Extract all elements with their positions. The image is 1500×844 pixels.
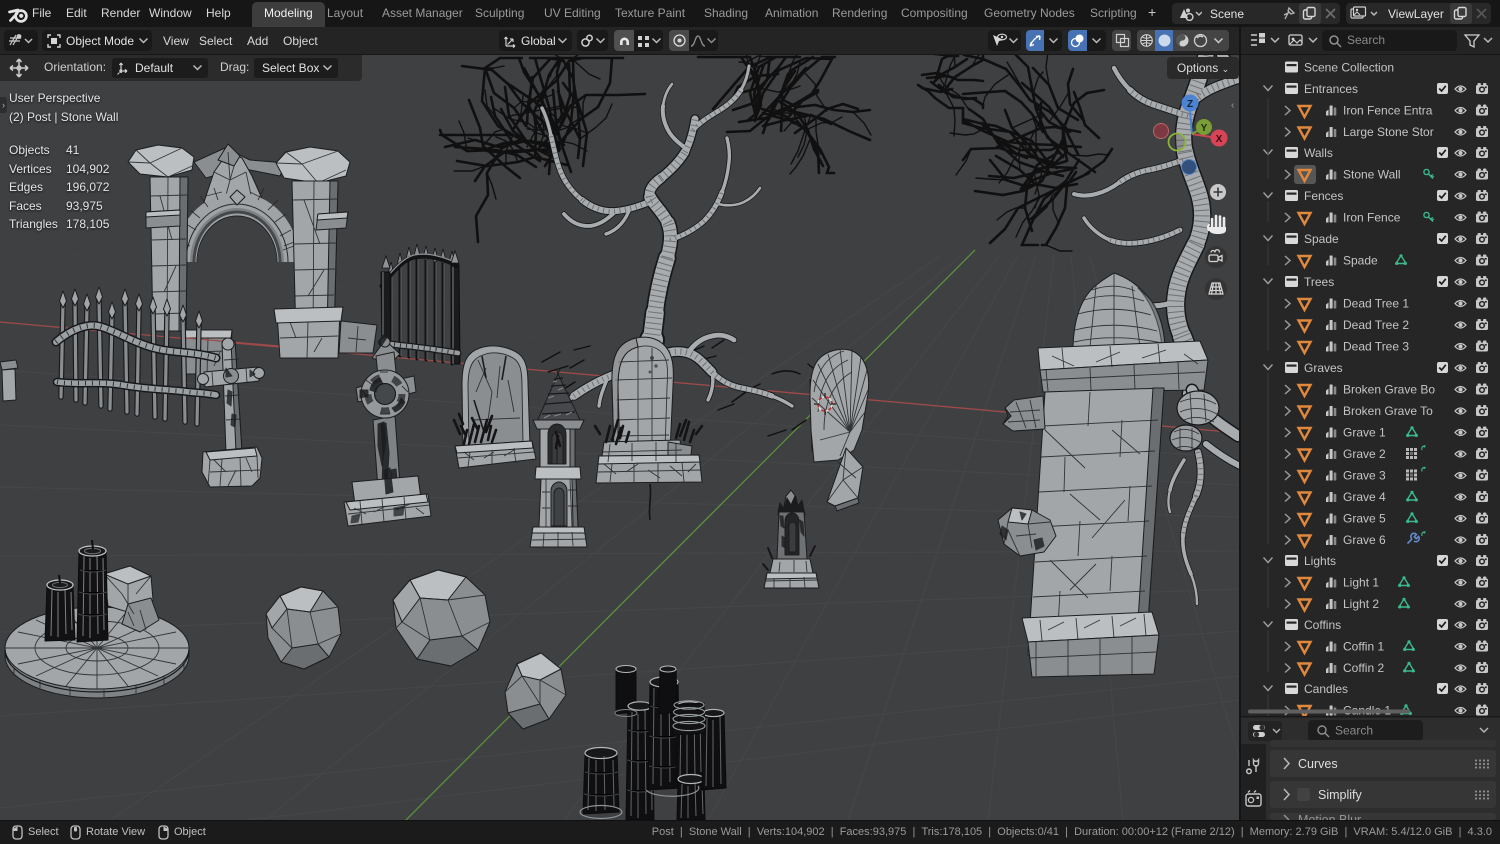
svg-text:Y: Y (1201, 123, 1208, 134)
svg-text:Entrances: Entrances (1304, 82, 1358, 96)
svg-text:Large Stone Stor: Large Stone Stor (1343, 125, 1434, 139)
svg-text:Fences: Fences (1304, 189, 1343, 203)
svg-text:Iron Fence: Iron Fence (1343, 211, 1401, 225)
svg-text:Scene Collection: Scene Collection (1304, 61, 1394, 75)
svg-text:Spade: Spade (1343, 254, 1378, 268)
svg-text:Dead Tree 1: Dead Tree 1 (1343, 297, 1409, 311)
svg-text:Coffin 2: Coffin 2 (1343, 661, 1384, 675)
svg-text:Grave 2: Grave 2 (1343, 447, 1386, 461)
svg-text:Candles: Candles (1304, 682, 1348, 696)
svg-text:X: X (1216, 134, 1223, 145)
svg-text:Stone Wall: Stone Wall (1343, 168, 1401, 182)
svg-text:Broken Grave To: Broken Grave To (1343, 404, 1433, 418)
svg-text:Broken Grave Bo: Broken Grave Bo (1343, 383, 1435, 397)
svg-text:Coffins: Coffins (1304, 618, 1341, 632)
svg-text:Walls: Walls (1304, 146, 1333, 160)
svg-text:Dead Tree 3: Dead Tree 3 (1343, 340, 1409, 354)
svg-text:Grave 3: Grave 3 (1343, 469, 1386, 483)
svg-text:Iron Fence Entra: Iron Fence Entra (1343, 104, 1433, 118)
svg-text:Dead Tree 2: Dead Tree 2 (1343, 318, 1409, 332)
svg-text:Curves: Curves (1298, 757, 1338, 771)
svg-text:Grave 6: Grave 6 (1343, 533, 1386, 547)
svg-text:Trees: Trees (1304, 275, 1334, 289)
svg-text:Grave 4: Grave 4 (1343, 490, 1386, 504)
svg-text:Simplify: Simplify (1318, 788, 1363, 802)
svg-text:Z: Z (1187, 99, 1193, 110)
svg-text:Light 2: Light 2 (1343, 597, 1379, 611)
svg-text:Motion Blur: Motion Blur (1298, 813, 1361, 820)
svg-text:Spade: Spade (1304, 232, 1339, 246)
svg-text:Light 1: Light 1 (1343, 576, 1379, 590)
svg-text:Coffin 1: Coffin 1 (1343, 640, 1384, 654)
svg-text:Lights: Lights (1304, 554, 1336, 568)
svg-text:Graves: Graves (1304, 361, 1343, 375)
svg-text:Search: Search (1335, 724, 1373, 738)
svg-text:Grave 5: Grave 5 (1343, 512, 1386, 526)
svg-text:Grave 1: Grave 1 (1343, 426, 1386, 440)
